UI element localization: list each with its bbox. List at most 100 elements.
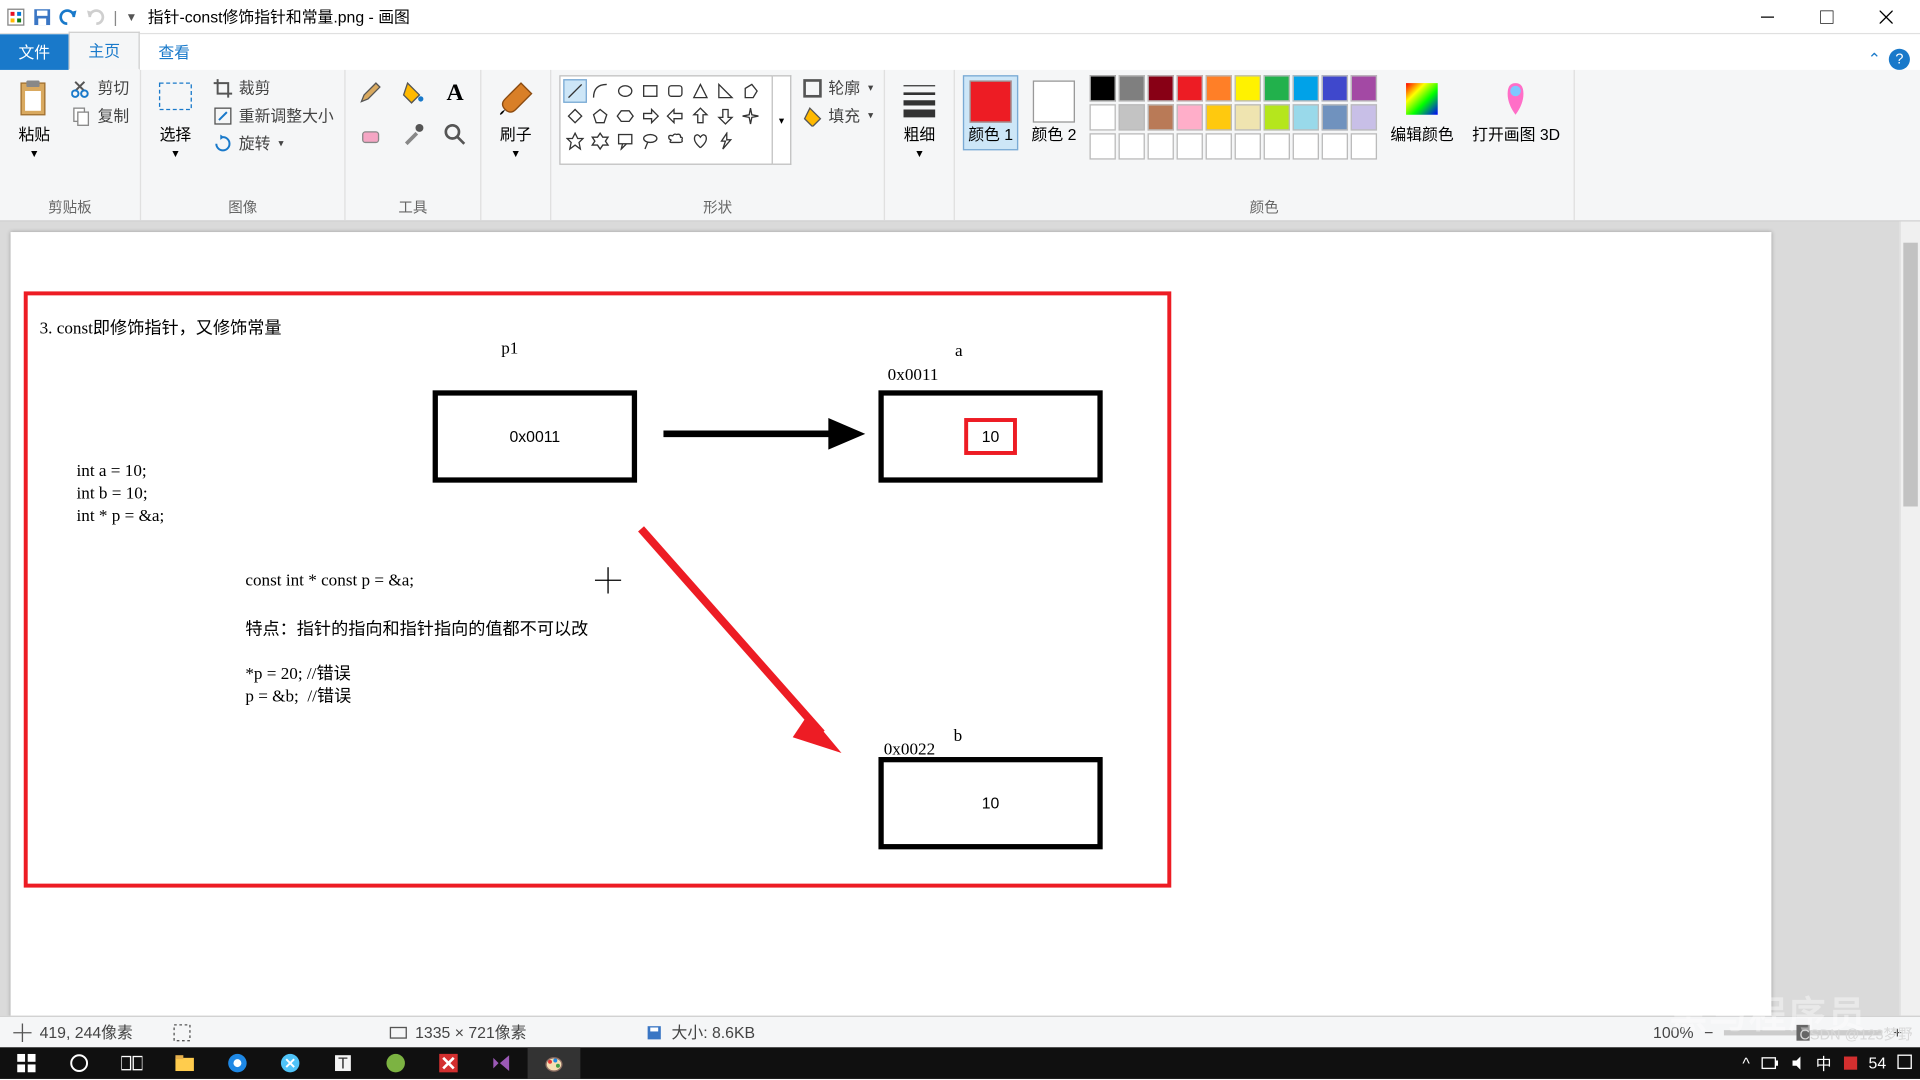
- color-swatch[interactable]: [1264, 133, 1290, 159]
- color-swatch[interactable]: [1322, 133, 1348, 159]
- color-swatch[interactable]: [1148, 104, 1174, 130]
- color-swatch[interactable]: [1264, 75, 1290, 101]
- shape-callout-rect[interactable]: [613, 129, 637, 153]
- start-button[interactable]: [0, 1047, 53, 1079]
- color-swatch[interactable]: [1235, 104, 1261, 130]
- shape-star5[interactable]: [563, 129, 587, 153]
- browser-taskbar[interactable]: [211, 1047, 264, 1079]
- system-tray[interactable]: ^ 中 54: [1742, 1052, 1920, 1074]
- shape-rect[interactable]: [638, 79, 662, 103]
- rotate-button[interactable]: 旋转▾: [210, 131, 337, 156]
- color-swatch[interactable]: [1148, 133, 1174, 159]
- color-swatch[interactable]: [1264, 104, 1290, 130]
- color-swatch[interactable]: [1090, 75, 1116, 101]
- copy-button[interactable]: 复制: [69, 103, 132, 128]
- color-swatch[interactable]: [1235, 75, 1261, 101]
- thickness-button[interactable]: 粗细▼: [893, 75, 946, 162]
- fill-tool[interactable]: [396, 75, 430, 109]
- shape-hexagon[interactable]: [613, 104, 637, 128]
- taskview-button[interactable]: [106, 1047, 159, 1079]
- shape-heart[interactable]: [689, 129, 713, 153]
- app1-taskbar[interactable]: [264, 1047, 317, 1079]
- shapes-dropdown[interactable]: ▾: [773, 75, 791, 165]
- color-swatch[interactable]: [1322, 75, 1348, 101]
- color-swatch[interactable]: [1090, 104, 1116, 130]
- select-button[interactable]: 选择▼: [149, 75, 202, 162]
- edit-colors-button[interactable]: 编辑颜色: [1385, 75, 1459, 148]
- paint-taskbar[interactable]: [528, 1047, 581, 1079]
- outline-button[interactable]: 轮廓▾: [799, 75, 876, 100]
- color-swatch[interactable]: [1293, 75, 1319, 101]
- shape-oval[interactable]: [613, 79, 637, 103]
- shape-star6[interactable]: [588, 129, 612, 153]
- color-swatch[interactable]: [1351, 75, 1377, 101]
- shape-lightning[interactable]: [714, 129, 738, 153]
- color-swatch[interactable]: [1351, 133, 1377, 159]
- tray-clock[interactable]: 54: [1869, 1054, 1887, 1072]
- color-swatch[interactable]: [1293, 104, 1319, 130]
- color2-button[interactable]: 颜色 2: [1026, 75, 1081, 150]
- color-swatch[interactable]: [1177, 75, 1203, 101]
- color-swatch[interactable]: [1322, 104, 1348, 130]
- shape-triangle[interactable]: [689, 79, 713, 103]
- maximize-button[interactable]: [1796, 0, 1855, 34]
- color-swatch[interactable]: [1119, 104, 1145, 130]
- shape-arrow-up[interactable]: [689, 104, 713, 128]
- shapes-gallery[interactable]: [559, 75, 773, 165]
- save-icon[interactable]: [32, 6, 53, 27]
- shape-arrow-right[interactable]: [638, 104, 662, 128]
- shape-callout-cloud[interactable]: [663, 129, 687, 153]
- explorer-taskbar[interactable]: [158, 1047, 211, 1079]
- tray-chevron-icon[interactable]: ^: [1742, 1054, 1749, 1072]
- color-swatch[interactable]: [1148, 75, 1174, 101]
- shape-star4[interactable]: [739, 104, 763, 128]
- canvas-area[interactable]: 3. const即修饰指针，又修饰常量 p1 a 0x0011 0x0011 1…: [0, 222, 1899, 1024]
- app2-taskbar[interactable]: T: [317, 1047, 370, 1079]
- vertical-scrollbar[interactable]: [1899, 222, 1920, 1024]
- color-swatch[interactable]: [1177, 133, 1203, 159]
- shape-curve[interactable]: [588, 79, 612, 103]
- help-icon[interactable]: ?: [1889, 49, 1910, 70]
- ime-icon[interactable]: [1842, 1055, 1858, 1071]
- shape-line[interactable]: [563, 79, 587, 103]
- notifications-icon[interactable]: [1897, 1054, 1913, 1072]
- pencil-tool[interactable]: [354, 75, 388, 109]
- cortana-button[interactable]: [53, 1047, 106, 1079]
- picker-tool[interactable]: [396, 117, 430, 151]
- color-swatch[interactable]: [1206, 133, 1232, 159]
- color1-button[interactable]: 颜色 1: [963, 75, 1018, 150]
- color-swatch[interactable]: [1177, 104, 1203, 130]
- shape-polygon[interactable]: [739, 79, 763, 103]
- color-swatch[interactable]: [1206, 104, 1232, 130]
- shape-roundrect[interactable]: [663, 79, 687, 103]
- color-swatch[interactable]: [1119, 75, 1145, 101]
- ime-indicator[interactable]: 中: [1816, 1052, 1832, 1074]
- magnifier-tool[interactable]: [438, 117, 472, 151]
- color-swatch[interactable]: [1351, 104, 1377, 130]
- shape-arrow-left[interactable]: [663, 104, 687, 128]
- paste-button[interactable]: 粘贴 ▼: [8, 75, 61, 162]
- shape-pentagon[interactable]: [588, 104, 612, 128]
- close-button[interactable]: [1856, 0, 1915, 34]
- app4-taskbar[interactable]: [422, 1047, 475, 1079]
- cut-button[interactable]: 剪切: [69, 75, 132, 100]
- shape-callout-oval[interactable]: [638, 129, 662, 153]
- app3-taskbar[interactable]: [369, 1047, 422, 1079]
- color-swatch[interactable]: [1293, 133, 1319, 159]
- tab-file[interactable]: 文件: [0, 34, 69, 70]
- tab-home[interactable]: 主页: [69, 32, 140, 70]
- shape-arrow-down[interactable]: [714, 104, 738, 128]
- vs-taskbar[interactable]: [475, 1047, 528, 1079]
- shape-diamond[interactable]: [563, 104, 587, 128]
- fill-button[interactable]: 填充▾: [799, 103, 876, 128]
- shape-rtriangle[interactable]: [714, 79, 738, 103]
- text-tool[interactable]: A: [438, 75, 472, 109]
- undo-icon[interactable]: [58, 6, 79, 27]
- minimize-button[interactable]: [1737, 0, 1796, 34]
- ribbon-minimize-icon[interactable]: ⌃: [1868, 50, 1881, 68]
- brush-button[interactable]: 刷子▼: [489, 75, 542, 162]
- color-swatch[interactable]: [1119, 133, 1145, 159]
- color-swatch[interactable]: [1235, 133, 1261, 159]
- canvas[interactable]: 3. const即修饰指针，又修饰常量 p1 a 0x0011 0x0011 1…: [11, 232, 1772, 1023]
- eraser-tool[interactable]: [354, 117, 388, 151]
